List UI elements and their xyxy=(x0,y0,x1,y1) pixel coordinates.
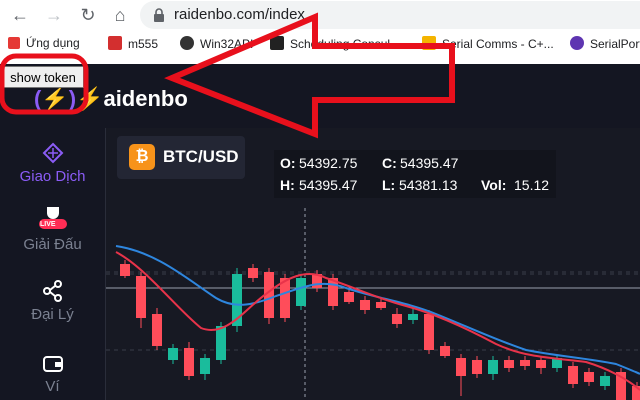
bookmarks-bar: Ứng dụng m555 Win32API Scheduling Consul… xyxy=(0,31,640,59)
price-chart[interactable]: ₿ BTC/USD O: 54392.75 C: 54395.47 H: 543… xyxy=(106,128,640,400)
bookmark-label: m555 xyxy=(128,37,159,51)
candle-body xyxy=(488,360,498,374)
candle-body xyxy=(440,346,450,356)
wallet-icon xyxy=(42,356,63,372)
back-arrow-icon[interactable]: ← xyxy=(8,3,32,27)
live-badge: LIVE xyxy=(40,221,56,228)
apps-icon xyxy=(8,37,20,49)
bookmark-serialport[interactable]: SerialPort xyxy=(570,36,640,54)
close-label: C: xyxy=(382,155,397,171)
close-value: 54395.47 xyxy=(400,155,459,171)
sidebar-item-label: Đại Lý xyxy=(31,306,74,323)
address-bar[interactable]: raidenbo.com/index xyxy=(140,1,640,29)
candle-body xyxy=(216,326,226,360)
url-text: raidenbo.com/index xyxy=(174,6,305,23)
sidebar-item-wallet[interactable]: Ví xyxy=(0,354,105,395)
high-label: H: xyxy=(280,177,295,193)
candle-body xyxy=(568,366,578,384)
cube-icon xyxy=(270,36,284,50)
pair-selector[interactable]: ₿ BTC/USD xyxy=(117,136,245,179)
reload-icon[interactable]: ↻ xyxy=(76,3,100,27)
ohlc-tooltip: O: 54392.75 C: 54395.47 H: 54395.47 L: 5… xyxy=(274,150,556,198)
ma-fast-line xyxy=(115,251,640,391)
sidebar-item-label: Giải Đấu xyxy=(23,236,82,253)
github-icon xyxy=(180,36,194,50)
m-logo-icon xyxy=(108,36,122,50)
bookmark-scheduling[interactable]: Scheduling Consul... xyxy=(270,36,400,54)
volume-label: Vol: xyxy=(481,177,507,193)
sidebar: Giao Dịch LIVE Giải Đấu Đại Lý Ví xyxy=(0,128,106,400)
candle-body xyxy=(424,314,434,350)
bookmark-label: Ứng dụng xyxy=(26,36,80,50)
candle-body xyxy=(408,314,418,320)
share-icon xyxy=(42,280,62,302)
bookmark-apps[interactable]: Ứng dụng xyxy=(8,36,80,54)
bookmark-label: Serial Comms - C+... xyxy=(442,37,554,51)
candle-body xyxy=(584,372,594,382)
low-value: 54381.13 xyxy=(399,177,458,193)
show-token-button[interactable]: show token xyxy=(2,66,84,88)
sidebar-item-trade[interactable]: Giao Dịch xyxy=(0,142,105,185)
pair-name: BTC/USD xyxy=(163,147,239,166)
candle-body xyxy=(344,292,354,302)
candle-body xyxy=(376,302,386,308)
bitcoin-icon: ₿ xyxy=(129,144,155,170)
candle-body xyxy=(392,314,402,324)
candle-body xyxy=(456,358,466,376)
high-value: 54395.47 xyxy=(299,177,358,193)
candle-body xyxy=(184,348,194,376)
gear-icon xyxy=(570,36,584,50)
candle-body xyxy=(120,264,130,276)
browser-toolbar: ← → ↻ ⌂ raidenbo.com/index xyxy=(0,0,640,30)
forward-arrow-icon[interactable]: → xyxy=(42,3,66,27)
sidebar-item-tournament[interactable]: LIVE Giải Đấu xyxy=(0,206,105,253)
candle-body xyxy=(360,300,370,310)
candles-group xyxy=(120,260,640,400)
sidebar-item-label: Giao Dịch xyxy=(19,168,86,185)
candle-body xyxy=(136,276,146,318)
candle-body xyxy=(200,358,210,374)
browser-chrome: ← → ↻ ⌂ raidenbo.com/index Ứng dụng m555… xyxy=(0,0,640,64)
lock-icon xyxy=(154,8,164,22)
app-root: (⚡)⚡aidenbo Giao Dịch LIVE Giải Đấu Đại … xyxy=(0,64,640,400)
candle-body xyxy=(296,278,306,306)
sidebar-item-label: Ví xyxy=(45,378,60,395)
candle-body xyxy=(520,360,530,366)
sidebar-item-agency[interactable]: Đại Lý xyxy=(0,280,105,323)
ma-slow-line xyxy=(115,245,640,375)
site-logo[interactable]: (⚡)⚡aidenbo xyxy=(34,86,188,112)
candle-body xyxy=(248,268,258,278)
trade-icon xyxy=(42,142,63,164)
candle-body xyxy=(600,376,610,386)
volume-value: 15.12 xyxy=(514,177,550,193)
home-icon[interactable]: ⌂ xyxy=(108,3,132,27)
bookmark-serial-comms[interactable]: Serial Comms - C+... xyxy=(422,36,554,54)
logo-text: aidenbo xyxy=(103,86,188,111)
candle-body xyxy=(472,360,482,374)
open-value: 54392.75 xyxy=(299,155,358,171)
candle-body xyxy=(168,348,178,360)
candle-body xyxy=(536,360,546,368)
folder-icon xyxy=(422,36,436,50)
bookmark-win32api[interactable]: Win32API xyxy=(180,36,253,54)
lightning-icon: ⚡ xyxy=(76,86,104,111)
candle-body xyxy=(152,314,162,346)
bookmark-label: Scheduling Consul... xyxy=(290,37,401,51)
lightning-icon: (⚡) xyxy=(34,86,77,111)
bookmark-label: Win32API xyxy=(200,37,254,51)
trophy-live-icon xyxy=(38,207,67,229)
candle-body xyxy=(504,360,514,368)
bookmark-m555[interactable]: m555 xyxy=(108,36,158,54)
low-label: L: xyxy=(382,177,396,193)
open-label: O: xyxy=(280,155,296,171)
bookmark-label: SerialPort xyxy=(590,37,640,51)
